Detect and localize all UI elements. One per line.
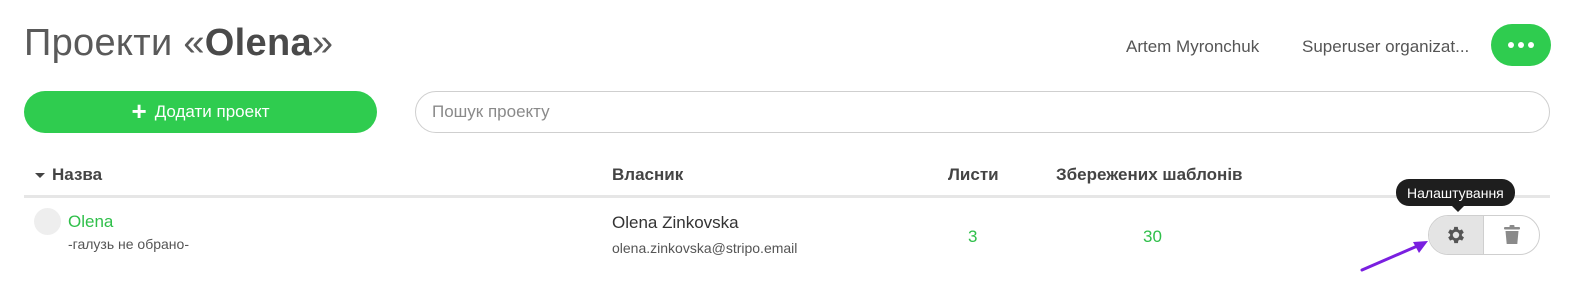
column-header-letters: Листи [948, 165, 999, 184]
column-header-name[interactable]: Назва [35, 165, 103, 185]
delete-button[interactable] [1484, 216, 1539, 254]
ellipsis-icon [1508, 42, 1514, 48]
add-project-button[interactable]: + Додати проект [24, 91, 377, 133]
gear-icon [1448, 226, 1464, 244]
annotation-arrow-icon [1360, 241, 1428, 272]
page-title-suffix: » [311, 22, 334, 64]
more-button[interactable] [1491, 24, 1551, 66]
page-title: Проекти «Olena» [24, 22, 333, 65]
projects-page: Проекти «Olena» Artem Myronchuk Superuse… [0, 0, 1580, 285]
ellipsis-icon [1518, 42, 1524, 48]
header-divider [24, 195, 1550, 198]
project-name-link[interactable]: Olena [68, 212, 113, 232]
organization-switcher[interactable]: Superuser organizat... [1302, 37, 1469, 57]
plus-icon: + [131, 95, 147, 126]
tooltip-arrow [1452, 206, 1464, 212]
search-input[interactable] [415, 91, 1550, 133]
ellipsis-icon [1528, 42, 1534, 48]
page-title-project: Olena [204, 22, 312, 64]
column-header-templates: Збережених шаблонів [1056, 165, 1243, 184]
column-header-name-label: Назва [52, 165, 103, 184]
page-title-prefix: Проекти « [24, 22, 205, 64]
project-industry: -галузь не обрано- [68, 236, 189, 252]
sort-caret-icon [35, 173, 45, 178]
trash-icon [1503, 225, 1520, 244]
settings-button[interactable] [1429, 216, 1485, 254]
owner-email: olena.zinkovska@stripo.email [612, 240, 798, 256]
row-actions [1428, 215, 1540, 255]
project-avatar [34, 208, 61, 235]
letters-count-link[interactable]: 3 [968, 227, 977, 247]
user-menu[interactable]: Artem Myronchuk [1126, 37, 1259, 57]
owner-name: Olena Zinkovska [612, 213, 739, 232]
add-project-label: Додати проект [154, 102, 270, 121]
column-header-owner: Власник [612, 165, 684, 184]
settings-tooltip: Налаштування [1396, 179, 1515, 206]
templates-count-link[interactable]: 30 [1143, 227, 1162, 247]
